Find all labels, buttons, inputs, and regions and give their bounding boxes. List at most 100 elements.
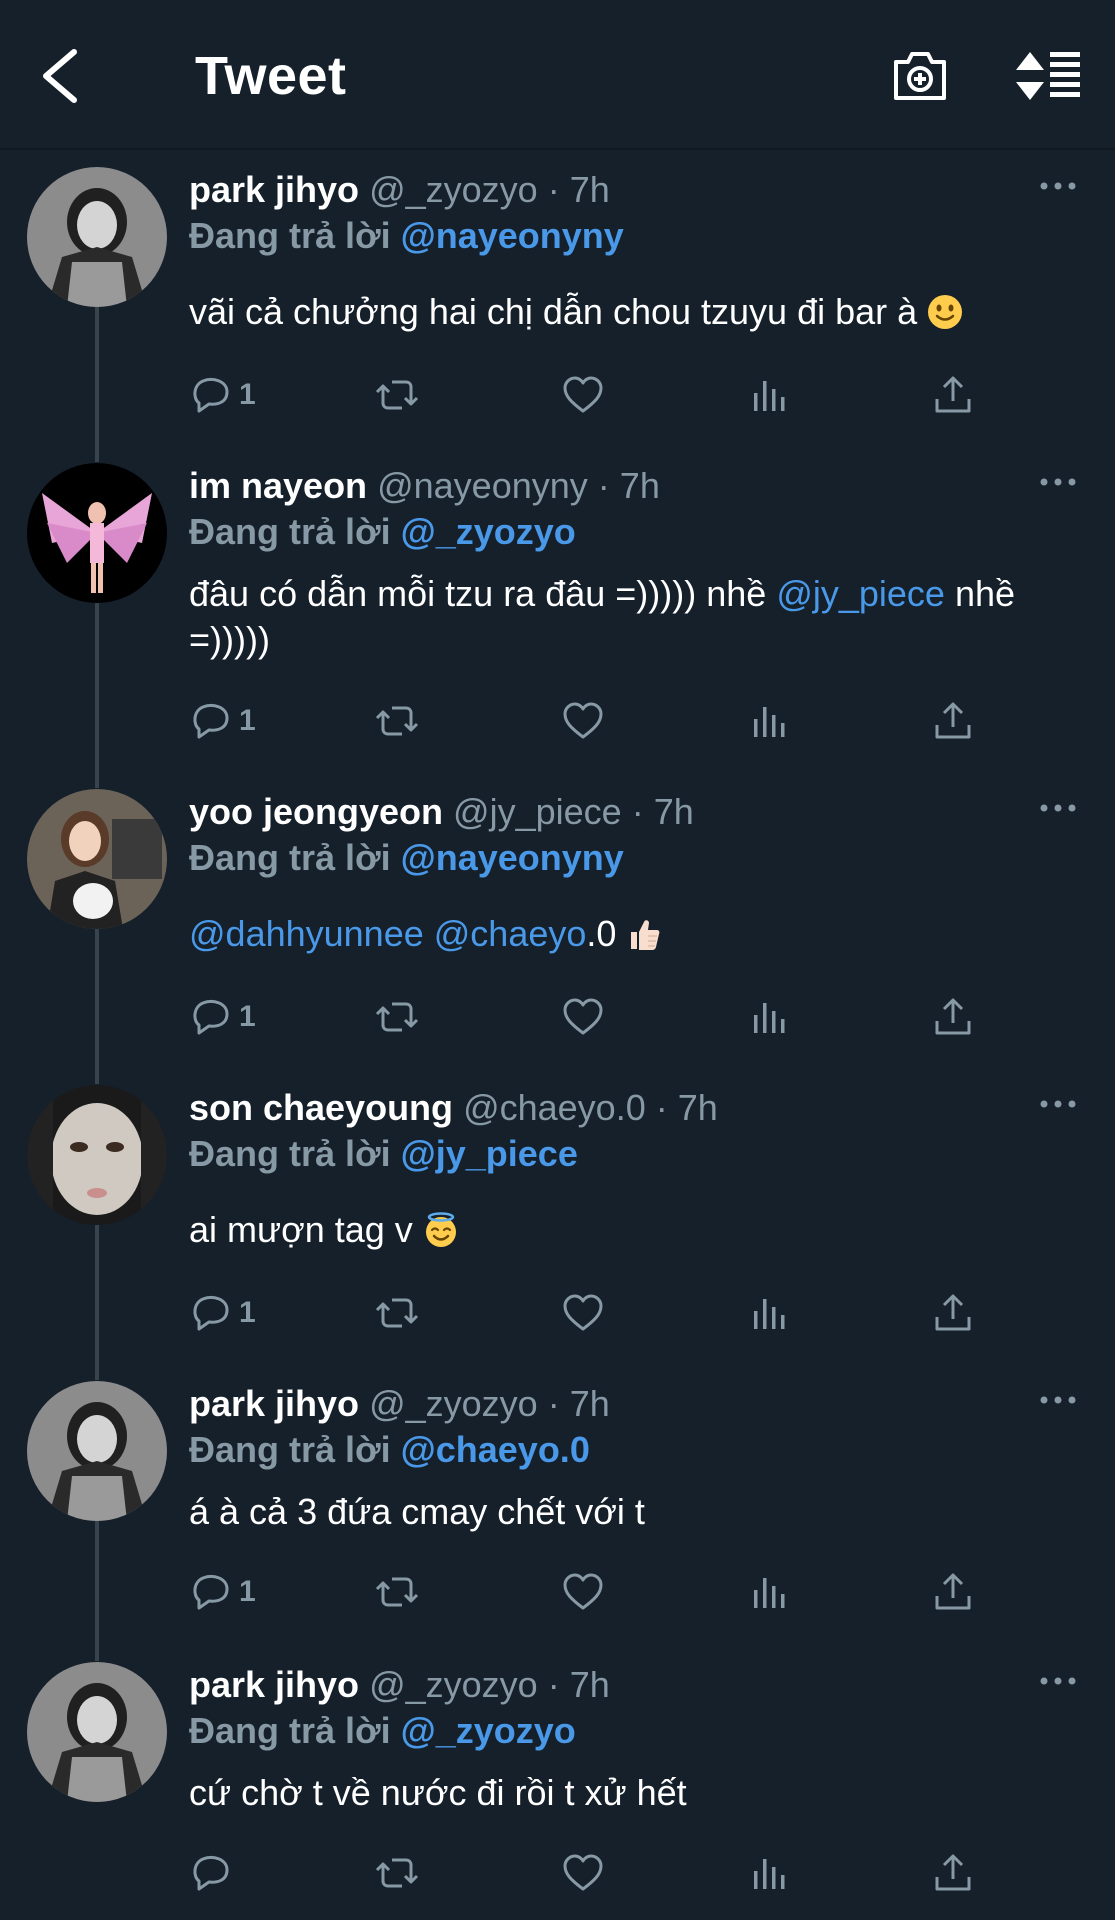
avatar[interactable] [27, 167, 167, 307]
avatar[interactable] [27, 1662, 167, 1802]
more-options-icon[interactable] [1040, 801, 1076, 815]
replying-to: Đang trả lời @_zyozyo [189, 1708, 576, 1754]
more-options-icon[interactable] [1040, 179, 1076, 193]
tweet-text: cứ chờ t về nước đi rồi t xử hết [189, 1770, 1079, 1816]
reply-mention[interactable]: @jy_piece [401, 1133, 578, 1174]
bar-chart-icon [747, 1570, 791, 1614]
avatar[interactable] [27, 463, 167, 603]
heart-icon [561, 1851, 605, 1895]
reply-icon [189, 995, 233, 1039]
analytics-button[interactable] [747, 992, 791, 1042]
separator: · [597, 465, 610, 506]
like-button[interactable] [561, 696, 605, 746]
user-handle[interactable]: @chaeyo.0 [463, 1087, 646, 1128]
timestamp[interactable]: 7h [654, 791, 694, 832]
reply-button[interactable]: 1 [189, 1288, 256, 1338]
share-button[interactable] [931, 1288, 975, 1338]
avatar[interactable] [27, 1381, 167, 1521]
reply-mention[interactable]: @chaeyo.0 [401, 1429, 590, 1470]
timestamp[interactable]: 7h [620, 465, 660, 506]
tweet-text: đâu có dẫn mỗi tzu ra đâu =))))) nhề @jy… [189, 571, 1079, 663]
user-handle[interactable]: @_zyozyo [369, 1383, 538, 1424]
analytics-button[interactable] [747, 1567, 791, 1617]
more-options-icon[interactable] [1040, 1674, 1076, 1688]
retweet-icon [375, 995, 419, 1039]
user-handle[interactable]: @_zyozyo [369, 1664, 538, 1705]
user-handle[interactable]: @_zyozyo [369, 169, 538, 210]
more-options-icon[interactable] [1040, 1393, 1076, 1407]
reply-mention[interactable]: @_zyozyo [401, 511, 576, 552]
more-options-icon[interactable] [1040, 1097, 1076, 1111]
inline-mention[interactable]: @jy_piece [776, 573, 945, 614]
like-button[interactable] [561, 1848, 605, 1898]
reply-button[interactable]: 1 [189, 370, 256, 420]
replying-to: Đang trả lời @_zyozyo [189, 509, 576, 555]
user-handle[interactable]: @jy_piece [453, 791, 622, 832]
smiling-face-with-halo-emoji-icon [423, 1212, 459, 1248]
reply-button[interactable]: 1 [189, 1567, 256, 1617]
analytics-button[interactable] [747, 1848, 791, 1898]
retweet-button[interactable] [375, 992, 419, 1042]
reply-mention[interactable]: @_zyozyo [401, 1710, 576, 1751]
separator: · [631, 791, 644, 832]
like-button[interactable] [561, 992, 605, 1042]
reply-count: 1 [239, 378, 256, 411]
tweet-text-part: cứ chờ t về nước đi rồi t xử hết [189, 1772, 687, 1813]
avatar[interactable] [27, 1085, 167, 1225]
bar-chart-icon [747, 995, 791, 1039]
user-handle[interactable]: @nayeonyny [377, 465, 588, 506]
like-button[interactable] [561, 1288, 605, 1338]
share-icon [931, 995, 975, 1039]
tweet-header: park jihyo @_zyozyo · 7h [189, 1662, 610, 1708]
display-name[interactable]: park jihyo [189, 1664, 359, 1705]
tweet-actions: 1 [189, 696, 989, 746]
separator: · [547, 1664, 560, 1705]
retweet-button[interactable] [375, 696, 419, 746]
retweet-icon [375, 1570, 419, 1614]
share-button[interactable] [931, 370, 975, 420]
avatar[interactable] [27, 789, 167, 929]
chevron-left-icon [43, 49, 77, 103]
timestamp[interactable]: 7h [678, 1087, 718, 1128]
tweet-header: park jihyo @_zyozyo · 7h [189, 167, 610, 213]
reply-count: 1 [239, 1000, 256, 1033]
camera-button[interactable] [890, 46, 950, 106]
inline-mention[interactable]: @chaeyo [434, 913, 587, 954]
reply-prefix: Đang trả lời [189, 215, 391, 256]
display-name[interactable]: yoo jeongyeon [189, 791, 443, 832]
sort-button[interactable] [1014, 46, 1084, 106]
back-button[interactable] [36, 44, 86, 108]
reply-mention[interactable]: @nayeonyny [401, 837, 624, 878]
heart-icon [561, 1291, 605, 1335]
share-button[interactable] [931, 992, 975, 1042]
share-button[interactable] [931, 696, 975, 746]
timestamp[interactable]: 7h [570, 1664, 610, 1705]
timestamp[interactable]: 7h [570, 169, 610, 210]
analytics-button[interactable] [747, 696, 791, 746]
share-button[interactable] [931, 1567, 975, 1617]
share-icon [931, 699, 975, 743]
reply-mention[interactable]: @nayeonyny [401, 215, 624, 256]
reply-prefix: Đang trả lời [189, 1429, 391, 1470]
retweet-button[interactable] [375, 370, 419, 420]
inline-mention[interactable]: @dahhyunnee [189, 913, 424, 954]
analytics-button[interactable] [747, 370, 791, 420]
share-icon [931, 373, 975, 417]
like-button[interactable] [561, 1567, 605, 1617]
retweet-button[interactable] [375, 1288, 419, 1338]
share-button[interactable] [931, 1848, 975, 1898]
like-button[interactable] [561, 370, 605, 420]
reply-button[interactable]: 1 [189, 992, 256, 1042]
reply-button[interactable]: 1 [189, 696, 256, 746]
display-name[interactable]: son chaeyoung [189, 1087, 453, 1128]
reply-button[interactable] [189, 1848, 233, 1898]
timestamp[interactable]: 7h [570, 1383, 610, 1424]
display-name[interactable]: im nayeon [189, 465, 367, 506]
display-name[interactable]: park jihyo [189, 169, 359, 210]
more-options-icon[interactable] [1040, 475, 1076, 489]
display-name[interactable]: park jihyo [189, 1383, 359, 1424]
retweet-button[interactable] [375, 1567, 419, 1617]
analytics-button[interactable] [747, 1288, 791, 1338]
retweet-button[interactable] [375, 1848, 419, 1898]
replying-to: Đang trả lời @jy_piece [189, 1131, 578, 1177]
